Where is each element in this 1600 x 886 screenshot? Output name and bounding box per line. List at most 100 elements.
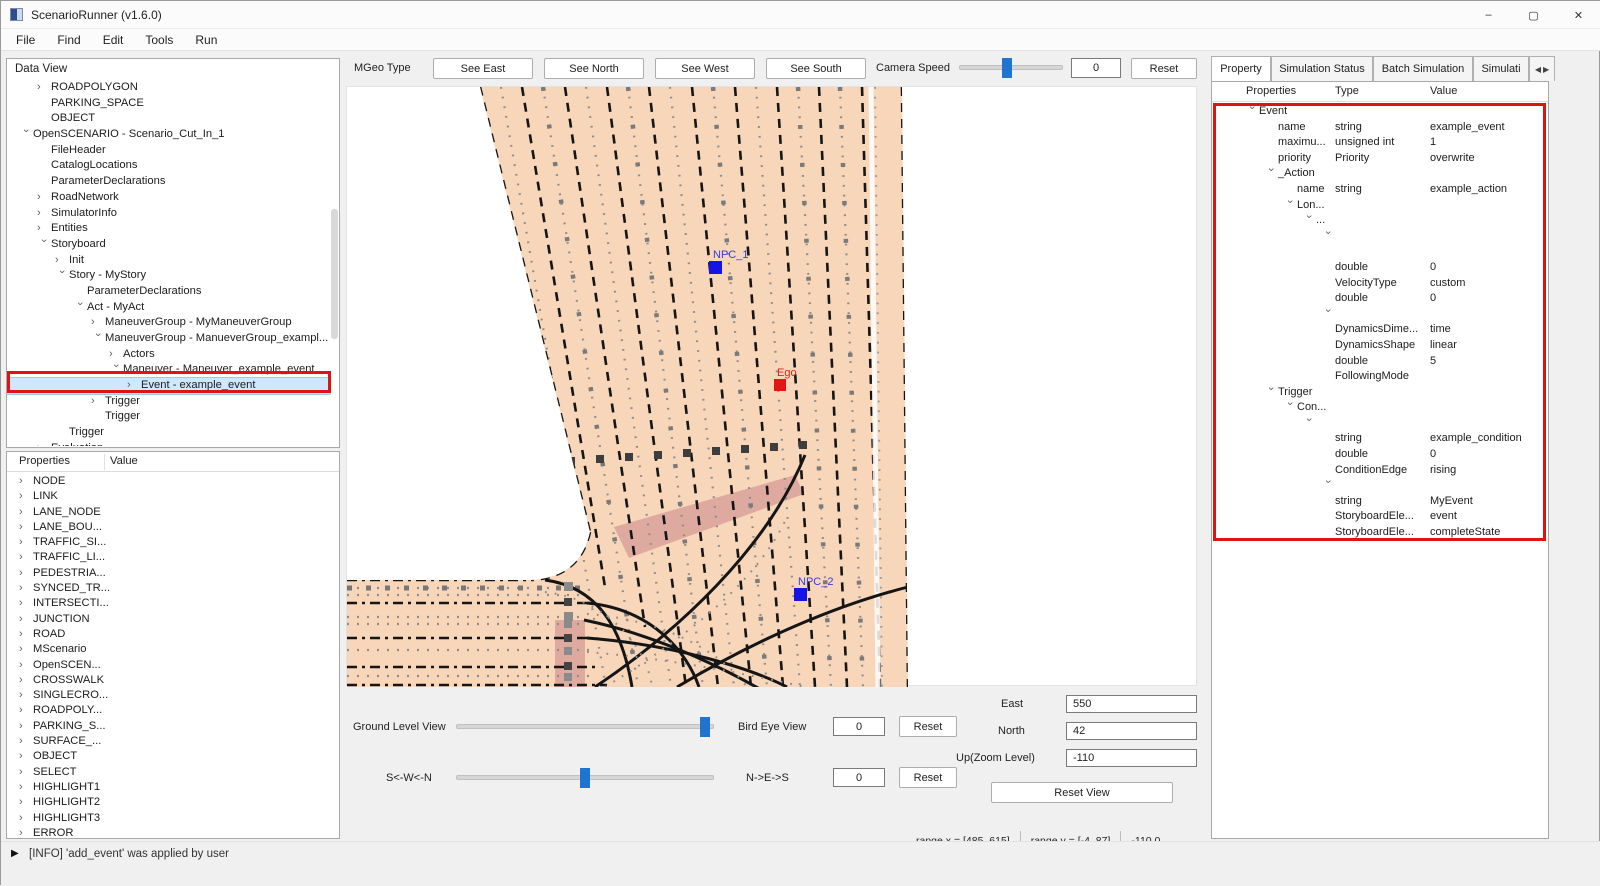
mgeo-property-item[interactable]: ›PEDESTRIA...	[7, 566, 339, 581]
rotation-slider[interactable]	[456, 775, 714, 780]
mgeo-property-item[interactable]: ›TRAFFIC_LI...	[7, 550, 339, 565]
vehicle-npc1-marker[interactable]	[709, 261, 722, 274]
tree-item[interactable]: ParameterDeclarations	[7, 284, 331, 300]
chevron-collapsed-icon[interactable]: ›	[19, 673, 33, 688]
property-row[interactable]: namestringexample_action	[1212, 182, 1548, 198]
chevron-expanded-icon[interactable]: ›	[1281, 402, 1297, 414]
mgeo-property-item[interactable]: ›MScenario	[7, 642, 339, 657]
mgeo-property-item[interactable]: ›HIGHLIGHT3	[7, 811, 339, 826]
property-row[interactable]: ›Event	[1212, 104, 1548, 120]
mgeo-property-item[interactable]: ›LANE_NODE	[7, 505, 339, 520]
tree-item[interactable]: Trigger	[7, 425, 331, 441]
chevron-collapsed-icon[interactable]: ›	[19, 688, 33, 703]
see-south-button[interactable]: See South	[766, 58, 866, 79]
chevron-expanded-icon[interactable]: ›	[107, 364, 123, 376]
bird-eye-reset-button[interactable]: Reset	[899, 716, 957, 737]
chevron-expanded-icon[interactable]: ›	[89, 333, 105, 345]
tree-item[interactable]: Trigger	[7, 409, 331, 425]
property-row[interactable]: stringexample_condition	[1212, 431, 1548, 447]
minimize-button[interactable]: –	[1466, 1, 1511, 29]
mgeo-property-item[interactable]: ›OBJECT	[7, 749, 339, 764]
chevron-expanded-icon[interactable]: ›	[1281, 199, 1297, 211]
see-west-button[interactable]: See West	[655, 58, 755, 79]
chevron-collapsed-icon[interactable]: ›	[19, 780, 33, 795]
camera-speed-slider-handle[interactable]	[1002, 58, 1012, 78]
chevron-expanded-icon[interactable]: ›	[1243, 106, 1259, 118]
property-row[interactable]: double0	[1212, 291, 1548, 307]
mgeo-property-item[interactable]: ›SELECT	[7, 765, 339, 780]
tree-item[interactable]: ›Trigger	[7, 394, 331, 410]
property-row[interactable]: VelocityTypecustom	[1212, 276, 1548, 292]
map-canvas[interactable]: NPC_1 Ego NPC_2	[347, 87, 1198, 687]
menu-find[interactable]: Find	[46, 33, 91, 47]
property-row[interactable]: ›Lon...	[1212, 198, 1548, 214]
chevron-expanded-icon[interactable]: ›	[53, 270, 69, 282]
mgeo-property-item[interactable]: ›CROSSWALK	[7, 673, 339, 688]
tree-item[interactable]: ›Evaluation	[7, 441, 331, 446]
chevron-expanded-icon[interactable]: ›	[35, 239, 51, 251]
tree-item[interactable]: ›RoadNetwork	[7, 190, 331, 206]
chevron-collapsed-icon[interactable]: ›	[19, 505, 33, 520]
reset-view-button[interactable]: Reset View	[991, 782, 1173, 803]
menu-edit[interactable]: Edit	[92, 33, 135, 47]
chevron-collapsed-icon[interactable]: ›	[19, 658, 33, 673]
property-row[interactable]: ›	[1212, 478, 1548, 494]
menu-tools[interactable]: Tools	[134, 33, 184, 47]
property-row[interactable]: StoryboardEle...completeState	[1212, 525, 1548, 541]
tree-item[interactable]: ›Actors	[7, 347, 331, 363]
mgeo-property-item[interactable]: ›TRAFFIC_SI...	[7, 535, 339, 550]
see-north-button[interactable]: See North	[544, 58, 644, 79]
chevron-collapsed-icon[interactable]: ›	[19, 734, 33, 749]
chevron-collapsed-icon[interactable]: ›	[127, 378, 141, 394]
property-row[interactable]: double5	[1212, 354, 1548, 370]
tree-item[interactable]: ›Event - example_event	[7, 378, 331, 394]
property-row[interactable]: ›	[1212, 229, 1548, 245]
bird-eye-input[interactable]: 0	[833, 717, 885, 736]
mgeo-property-item[interactable]: ›NODE	[7, 474, 339, 489]
tree-item[interactable]: ›Init	[7, 253, 331, 269]
chevron-collapsed-icon[interactable]: ›	[37, 206, 51, 222]
chevron-collapsed-icon[interactable]: ›	[19, 550, 33, 565]
chevron-collapsed-icon[interactable]: ›	[37, 190, 51, 206]
chevron-collapsed-icon[interactable]: ›	[19, 489, 33, 504]
tab-simulation-status[interactable]: Simulation Status	[1271, 56, 1373, 81]
up-zoom-input[interactable]: -110	[1066, 749, 1197, 767]
property-row[interactable]: ›Trigger	[1212, 385, 1548, 401]
tab-scroll-right-icon[interactable]: ▶	[1543, 65, 1549, 74]
chevron-collapsed-icon[interactable]: ›	[19, 596, 33, 611]
chevron-collapsed-icon[interactable]: ›	[37, 441, 51, 446]
tree-item[interactable]: ›Maneuver - Maneuver_example_event	[7, 362, 331, 378]
chevron-collapsed-icon[interactable]: ›	[19, 795, 33, 810]
data-view-scrollbar[interactable]	[331, 209, 338, 339]
menu-run[interactable]: Run	[184, 33, 228, 47]
tree-item[interactable]: ›ROADPOLYGON	[7, 80, 331, 96]
log-expand-icon[interactable]: ▶	[11, 848, 19, 859]
property-row[interactable]: priorityPriorityoverwrite	[1212, 151, 1548, 167]
property-row[interactable]: double0	[1212, 260, 1548, 276]
chevron-expanded-icon[interactable]: ›	[1300, 418, 1316, 430]
menu-file[interactable]: File	[5, 33, 46, 47]
property-row[interactable]: stringMyEvent	[1212, 494, 1548, 510]
map-view[interactable]: NPC_1 Ego NPC_2	[346, 86, 1197, 686]
chevron-collapsed-icon[interactable]: ›	[19, 581, 33, 596]
maximize-button[interactable]: ▢	[1511, 1, 1556, 29]
tree-item[interactable]: PARKING_SPACE	[7, 96, 331, 112]
tree-item[interactable]: FileHeader	[7, 143, 331, 159]
chevron-collapsed-icon[interactable]: ›	[19, 520, 33, 535]
mgeo-property-item[interactable]: ›SURFACE_...	[7, 734, 339, 749]
chevron-collapsed-icon[interactable]: ›	[19, 642, 33, 657]
chevron-collapsed-icon[interactable]: ›	[91, 394, 105, 410]
tree-item[interactable]: ›OpenSCENARIO - Scenario_Cut_In_1	[7, 127, 331, 143]
property-row[interactable]: ›Con...	[1212, 400, 1548, 416]
tree-item[interactable]: ›Entities	[7, 221, 331, 237]
mgeo-property-item[interactable]: ›LANE_BOU...	[7, 520, 339, 535]
chevron-collapsed-icon[interactable]: ›	[19, 811, 33, 826]
east-input[interactable]: 550	[1066, 695, 1197, 713]
chevron-expanded-icon[interactable]: ›	[1319, 231, 1335, 243]
rotation-input[interactable]: 0	[833, 768, 885, 787]
property-row[interactable]: ›	[1212, 416, 1548, 432]
tree-item[interactable]: ›Story - MyStory	[7, 268, 331, 284]
mgeo-property-item[interactable]: ›HIGHLIGHT2	[7, 795, 339, 810]
chevron-expanded-icon[interactable]: ›	[1319, 309, 1335, 321]
property-row[interactable]: ConditionEdgerising	[1212, 463, 1548, 479]
